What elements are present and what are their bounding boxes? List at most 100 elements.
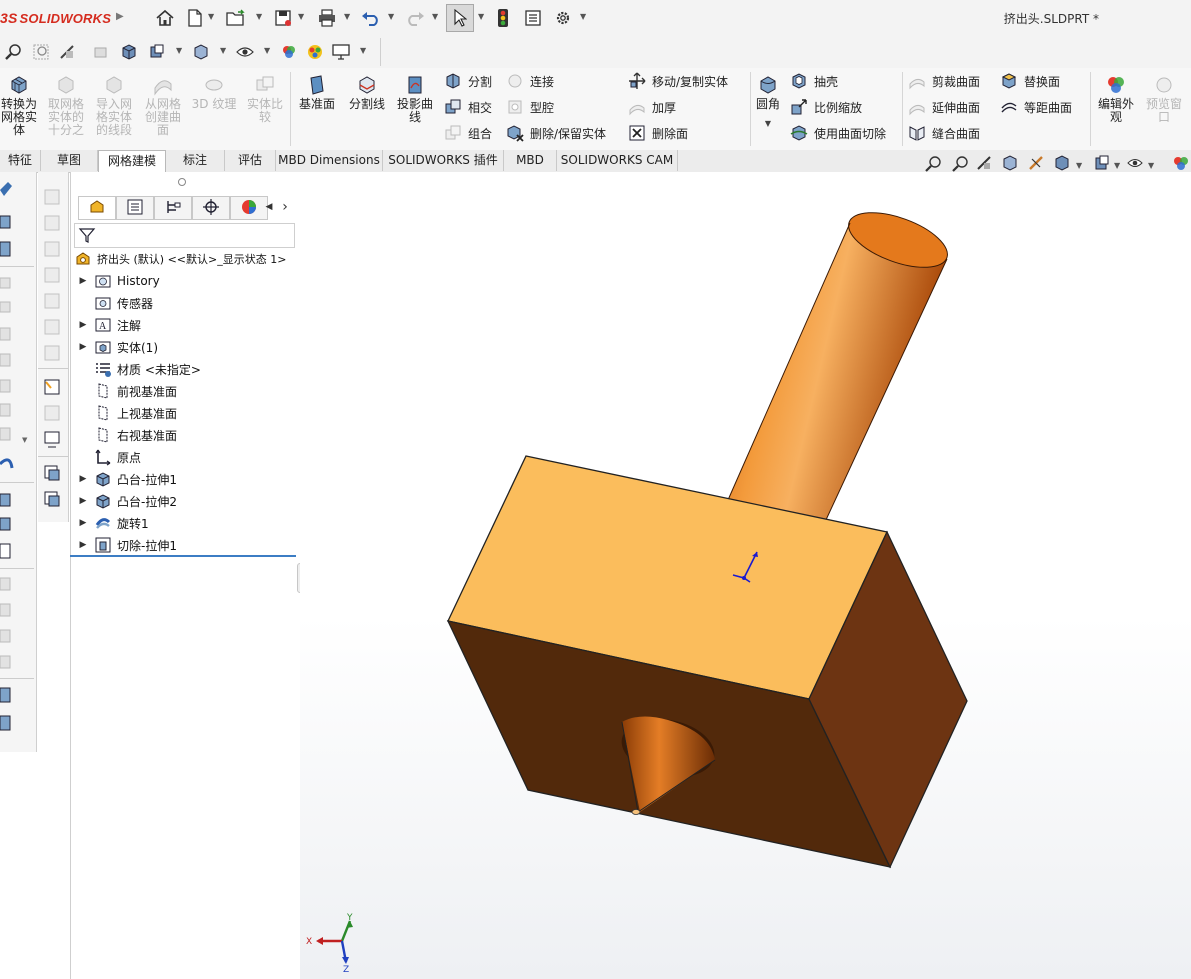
tab-solidworks-cam[interactable]: SOLIDWORKS CAM xyxy=(557,150,678,171)
tree-item[interactable]: 传感器 xyxy=(72,293,153,313)
tab-solidworks-addins[interactable]: SOLIDWORKS 插件 xyxy=(383,150,504,171)
disabled-tool-icon[interactable] xyxy=(0,427,11,441)
display-monitor-icon[interactable] xyxy=(44,431,60,448)
view-orientation-icon[interactable] xyxy=(1055,155,1069,171)
view-orientation-dropdown-icon[interactable]: ▼ xyxy=(1076,161,1083,170)
print-icon[interactable] xyxy=(316,7,338,29)
shell-tool-icon[interactable] xyxy=(0,517,11,531)
expand-arrow-icon[interactable]: ▶ xyxy=(72,342,94,352)
expand-arrow-icon[interactable]: ▶ xyxy=(72,474,94,484)
tab-property-manager[interactable] xyxy=(116,196,154,220)
display-style-dropdown-icon[interactable]: ▼ xyxy=(176,46,182,55)
view-settings-monitor-icon[interactable] xyxy=(330,41,352,63)
expand-arrow-icon[interactable]: ▶ xyxy=(72,320,94,330)
extrude-tool-icon[interactable] xyxy=(0,215,11,229)
combine-button[interactable]: 组合 xyxy=(444,122,492,144)
appearance-ball-icon[interactable] xyxy=(1174,157,1188,170)
split-button[interactable]: 分割 xyxy=(444,70,492,92)
cavity-button[interactable]: 型腔 xyxy=(506,96,554,118)
disabled-tool-icon[interactable] xyxy=(0,629,11,643)
disabled-tool-icon[interactable] xyxy=(0,327,11,341)
surface-from-mesh-button[interactable]: 从网格 创建曲 面 xyxy=(140,74,186,137)
disabled-tool-icon[interactable] xyxy=(0,379,11,393)
zoom-to-fit-icon[interactable] xyxy=(2,41,24,63)
expand-arrow-icon[interactable]: ▶ xyxy=(72,540,94,550)
tool-dropdown-icon[interactable]: ▼ xyxy=(22,436,28,444)
file-properties-icon[interactable] xyxy=(522,7,544,29)
join-button[interactable]: 连接 xyxy=(506,70,554,92)
tree-item[interactable]: 原点 xyxy=(72,447,141,467)
dynamic-annotation-icon[interactable] xyxy=(1029,156,1043,170)
section-view-icon[interactable] xyxy=(1003,155,1017,171)
tree-item[interactable]: 上视基准面 xyxy=(72,403,177,423)
fillet-button[interactable]: 圆角 ▼ xyxy=(752,74,784,130)
split-line-button[interactable]: 分割线 xyxy=(344,74,390,111)
hide-show-items-icon[interactable] xyxy=(190,41,212,63)
open-dropdown-icon[interactable]: ▼ xyxy=(256,12,262,21)
options-dropdown-icon[interactable]: ▼ xyxy=(580,12,586,21)
scale-button[interactable]: 比例缩放 xyxy=(790,96,862,118)
new-document-icon[interactable] xyxy=(184,7,206,29)
display-style-dropdown-icon[interactable]: ▼ xyxy=(1114,161,1121,170)
tree-root-part[interactable]: 挤出头 (默认) <<默认>_显示状态 1> xyxy=(74,249,286,269)
decimate-mesh-body-button[interactable]: 取网格 实体的 十分之 xyxy=(44,74,88,137)
tab-features[interactable]: 特征 xyxy=(0,150,41,171)
disabled-tool-icon[interactable] xyxy=(44,319,60,335)
disabled-tool-icon[interactable] xyxy=(0,277,11,289)
move-copy-body-button[interactable]: 移动/复制实体 xyxy=(628,70,728,92)
menu-expand-icon[interactable]: ▶ xyxy=(116,11,124,22)
edit-appearance-icon[interactable] xyxy=(278,41,300,63)
segment-mesh-body-button[interactable]: 导入网 格实体 的线段 xyxy=(92,74,136,137)
save-dropdown-icon[interactable]: ▼ xyxy=(298,12,304,21)
paste-body-icon[interactable] xyxy=(44,491,60,507)
open-file-icon[interactable] xyxy=(226,7,248,29)
disabled-tool-icon[interactable] xyxy=(44,189,60,205)
disabled-tool-icon[interactable] xyxy=(0,577,11,591)
projected-curve-button[interactable]: 投影曲 线 xyxy=(394,74,436,124)
previous-view-icon[interactable] xyxy=(977,156,991,170)
disabled-tool-icon[interactable] xyxy=(0,301,11,313)
select-dropdown-icon[interactable]: ▼ xyxy=(478,12,484,21)
hide-show-dropdown-icon[interactable]: ▼ xyxy=(1148,161,1155,170)
select-chain-icon[interactable] xyxy=(44,379,60,395)
delete-face-button[interactable]: 删除面 xyxy=(628,122,688,144)
display-style-icon[interactable] xyxy=(146,41,168,63)
tree-item[interactable]: ▶ 旋转1 xyxy=(72,513,149,533)
zoom-area-icon[interactable] xyxy=(30,41,52,63)
visibility-eye-icon[interactable] xyxy=(234,41,256,63)
hide-show-eye-icon[interactable] xyxy=(1127,159,1143,167)
scroll-right-icon[interactable]: › xyxy=(278,198,292,216)
tree-filter-input[interactable] xyxy=(74,223,295,248)
tree-item[interactable]: ▶ 实体(1) xyxy=(72,337,158,357)
intersect-button[interactable]: 相交 xyxy=(444,96,492,118)
tab-feature-manager[interactable] xyxy=(78,196,116,220)
extend-surface-button[interactable]: 延伸曲面 xyxy=(908,96,980,118)
disabled-tool-icon[interactable] xyxy=(44,345,60,361)
new-dropdown-icon[interactable]: ▼ xyxy=(208,12,214,21)
redo-dropdown-icon[interactable]: ▼ xyxy=(432,12,438,21)
zoom-to-fit-icon[interactable] xyxy=(925,156,941,172)
mesh-tool-icon[interactable] xyxy=(0,687,11,703)
tree-item[interactable]: 右视基准面 xyxy=(72,425,177,445)
knit-surface-button[interactable]: 缝合曲面 xyxy=(908,122,980,144)
sketch-tool-icon[interactable] xyxy=(0,182,12,196)
options-gear-icon[interactable] xyxy=(552,7,574,29)
convert-to-mesh-body-button[interactable]: 转换为 网格实 体 xyxy=(0,74,38,137)
rectangular-block[interactable] xyxy=(446,455,968,869)
home-icon[interactable] xyxy=(154,7,176,29)
rollback-bar[interactable] xyxy=(70,555,296,557)
zoom-area-icon[interactable] xyxy=(952,156,968,172)
shell-button[interactable]: 抽壳 xyxy=(790,70,838,92)
disabled-tool-icon[interactable] xyxy=(44,293,60,309)
boss-tool-icon[interactable] xyxy=(0,493,11,507)
tree-item[interactable]: ▶ History xyxy=(72,271,160,291)
tree-item[interactable]: 材质 <未指定> xyxy=(72,359,201,379)
tab-evaluate[interactable]: 评估 xyxy=(225,150,276,171)
tab-sketch[interactable]: 草图 xyxy=(41,150,98,171)
fillet-dropdown-icon[interactable]: ▼ xyxy=(752,117,784,130)
visibility-dropdown-icon[interactable]: ▼ xyxy=(264,46,270,55)
redo-icon[interactable] xyxy=(404,7,426,29)
expand-arrow-icon[interactable]: ▶ xyxy=(72,496,94,506)
disabled-tool-icon[interactable] xyxy=(44,215,60,231)
disabled-tool-icon[interactable] xyxy=(0,603,11,617)
